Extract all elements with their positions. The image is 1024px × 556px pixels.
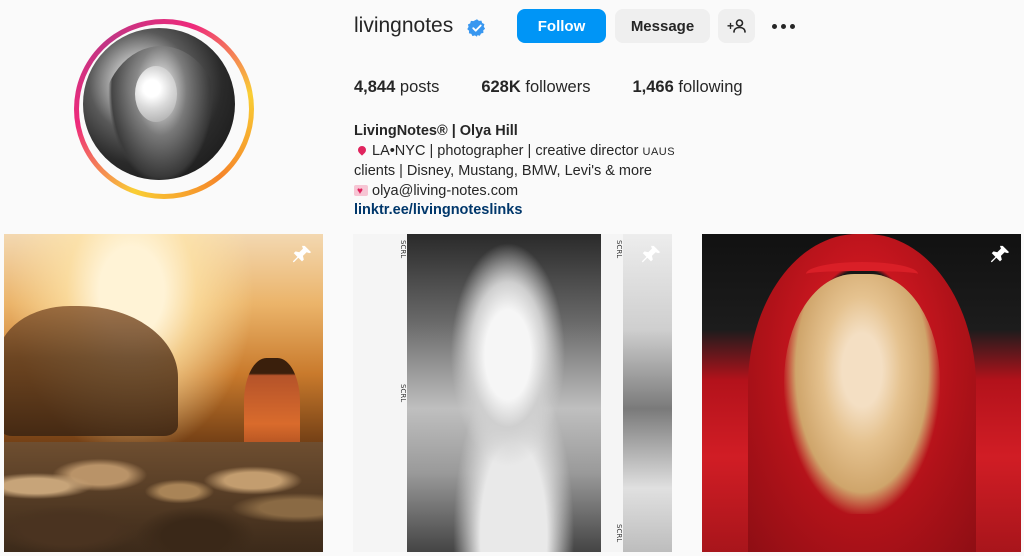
bio-line1-suffix: UAUS: [642, 145, 676, 158]
bio-line-email: olya@living-notes.com: [354, 182, 675, 201]
following-count: 1,466: [632, 78, 674, 96]
film-edge-text: SCRL: [399, 384, 407, 403]
add-user-icon: +: [727, 19, 746, 33]
more-options-icon[interactable]: [772, 18, 800, 34]
posts-count: 4,844: [354, 78, 396, 96]
film-edge-text: SCRL: [399, 240, 407, 259]
post-2-film-strip-right: [601, 234, 623, 552]
profile-username: livingnotes: [354, 14, 454, 37]
svg-text:+: +: [727, 19, 734, 33]
bio-email: olya@living-notes.com: [372, 182, 519, 199]
pinned-post-icon: [292, 245, 312, 263]
profile-display-name: LivingNotes® | Olya Hill: [354, 123, 518, 139]
post-2-portrait: [407, 234, 601, 552]
followers-label: followers: [525, 78, 591, 96]
suggested-users-button[interactable]: +: [718, 9, 755, 43]
post-1-hut: [4, 306, 178, 436]
post-thumbnail-3[interactable]: [702, 234, 1021, 552]
film-edge-text: SCRL: [615, 524, 623, 543]
verified-badge-icon: [467, 19, 486, 37]
avatar-face: [135, 66, 177, 122]
post-3-headband: [806, 262, 918, 286]
film-edge-text: SCRL: [615, 240, 623, 259]
profile-bio: LivingNotes® | Olya Hill LA•NYC | photog…: [354, 122, 675, 221]
post-thumbnail-1[interactable]: [4, 234, 323, 552]
bio-external-link[interactable]: linktr.ee/livingnoteslinks: [354, 201, 675, 221]
post-thumbnail-2[interactable]: SCRL SCRL SCRL SCRL: [353, 234, 672, 552]
posts-stat: 4,844 posts: [354, 78, 439, 97]
posts-label: posts: [399, 78, 440, 96]
message-button[interactable]: Message: [615, 9, 710, 43]
bio-line1-text: LA•NYC | photographer | creative directo…: [372, 142, 643, 159]
pin-emoji-icon: [356, 143, 368, 156]
profile-avatar-ring[interactable]: [74, 19, 254, 199]
following-label: following: [678, 78, 743, 96]
avatar[interactable]: [83, 28, 235, 180]
post-2-side-frame: [623, 234, 672, 552]
pinned-post-icon: [990, 245, 1010, 263]
bio-line-clients: clients | Disney, Mustang, BMW, Levi's &…: [354, 163, 652, 179]
following-stat[interactable]: 1,466 following: [632, 78, 742, 97]
post-1-flock: [4, 442, 323, 552]
profile-stats: 4,844 posts 628K followers 1,466 followi…: [354, 78, 785, 97]
love-letter-emoji-icon: [354, 182, 368, 201]
followers-count: 628K: [481, 78, 521, 96]
followers-stat[interactable]: 628K followers: [481, 78, 590, 97]
bio-line-location: LA•NYC | photographer | creative directo…: [354, 142, 675, 163]
post-3-blonde-hair: [784, 274, 940, 514]
follow-button[interactable]: Follow: [517, 9, 606, 43]
pinned-post-icon: [641, 245, 661, 263]
